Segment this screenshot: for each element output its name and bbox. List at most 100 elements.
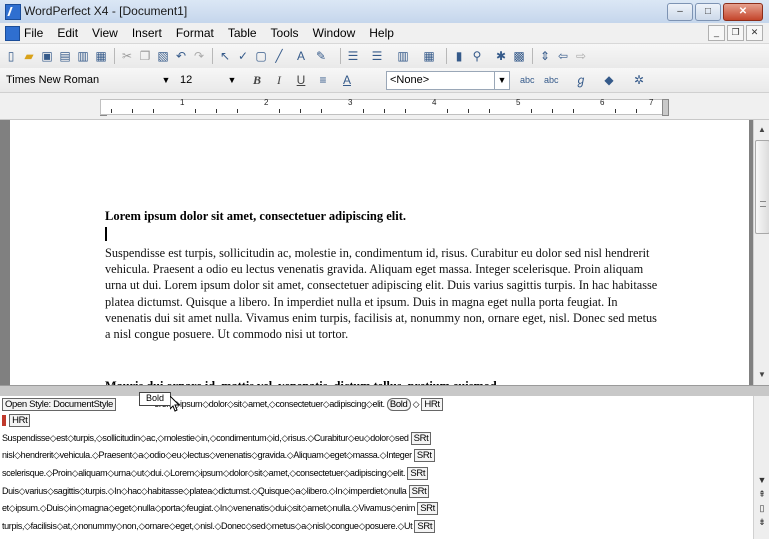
soft-return-code[interactable]: SRt (414, 520, 436, 534)
ruler[interactable]: 1 2 3 4 5 6 7 (100, 98, 668, 115)
soft-return-code[interactable]: SRt (417, 502, 438, 516)
scroll-down-icon[interactable]: ▼ (756, 474, 768, 486)
ruler-tick (405, 109, 406, 113)
undo-icon[interactable]: ↶ (174, 49, 188, 63)
page-icon[interactable]: ▯ (756, 502, 768, 514)
copy-icon[interactable]: ❐ (138, 49, 152, 63)
forward-icon[interactable]: ⇨ (574, 49, 588, 63)
font-size-dropdown[interactable]: 12 ▼ (176, 71, 240, 90)
scroll-down-icon[interactable]: ▼ (756, 369, 768, 381)
ruler-number: 6 (600, 98, 605, 107)
ruler-number: 1 (180, 98, 185, 107)
menu-file[interactable]: File (24, 26, 43, 40)
bold-button[interactable]: B (250, 73, 264, 87)
save-icon[interactable]: ▣ (40, 49, 54, 63)
chart-icon[interactable]: ▮ (452, 49, 466, 63)
close-button[interactable]: ✕ (723, 3, 763, 21)
scrollbar-thumb[interactable] (755, 140, 769, 234)
menu-edit[interactable]: Edit (57, 26, 78, 40)
print-icon[interactable]: ▤ (58, 49, 72, 63)
bold-code[interactable]: Bold (386, 398, 411, 412)
pointer-tool-icon[interactable]: ↖ (218, 49, 232, 63)
superscript-icon[interactable]: abc (520, 73, 535, 87)
ruler-tick (489, 109, 490, 113)
soft-return-code[interactable]: SRt (408, 485, 430, 499)
numbering-icon[interactable]: ☰ (370, 49, 384, 63)
subscript-icon[interactable]: abc (544, 73, 559, 87)
next-page-icon[interactable]: ⇟ (756, 516, 768, 528)
soft-return-code[interactable]: SRt (407, 467, 429, 481)
hard-return-code[interactable]: HRt (421, 398, 443, 412)
draw-shape-icon[interactable]: ▢ (254, 49, 268, 63)
ruler-tick (153, 109, 154, 113)
fill-color-icon[interactable]: ◆ (602, 73, 616, 87)
ruler-tick (573, 109, 574, 113)
menu-window[interactable]: Window (313, 26, 356, 40)
redo-icon[interactable]: ↷ (192, 49, 206, 63)
reveal-codes-scrollbar[interactable]: ▼ ⇞ ▯ ⇟ (753, 396, 769, 539)
ruler-number: 7 (649, 98, 654, 107)
code-text: orem◇ipsum◇dolor◇sit◇amet,◇consectetuer◇… (154, 399, 385, 409)
reveal-codes-pane[interactable]: Open Style: DocumentStyle orem◇ipsum◇dol… (0, 396, 753, 539)
style-dropdown[interactable]: <None> ▼ (386, 71, 510, 90)
menu-format[interactable]: Format (176, 26, 214, 40)
ruler-tick (363, 109, 364, 113)
document-page[interactable]: Lorem ipsum dolor sit amet, consectetuer… (10, 120, 749, 385)
document-icon[interactable] (5, 26, 20, 41)
back-icon[interactable]: ⇦ (556, 49, 570, 63)
open-folder-icon[interactable]: ▰ (22, 49, 36, 63)
line-tool-icon[interactable]: ╱ (272, 49, 286, 63)
soft-return-code[interactable]: SRt (413, 449, 435, 463)
abbreviations-icon[interactable]: ▩ (512, 49, 526, 63)
table-icon[interactable]: ▦ (422, 49, 436, 63)
text-box-icon[interactable]: A (294, 49, 308, 63)
open-style-code[interactable]: Open Style: DocumentStyle (2, 398, 116, 412)
menu-list: File Edit View Insert Format Table Tools… (24, 26, 394, 40)
pen-icon[interactable]: ✎ (314, 49, 328, 63)
reveal-codes-line: Suspendisse◇est◇turpis,◇sollicitudin◇ac,… (2, 431, 432, 446)
minimize-button[interactable]: – (667, 3, 693, 21)
ruler-tick (615, 109, 616, 113)
text-effects-icon[interactable]: ✲ (632, 73, 646, 87)
chevron-down-icon[interactable]: ▼ (225, 72, 239, 89)
code-text: Suspendisse◇est◇turpis,◇sollicitudin◇ac,… (2, 433, 409, 443)
document-scrollbar[interactable]: ▲ ▼ (753, 120, 769, 385)
print-preview-icon[interactable]: ▥ (76, 49, 90, 63)
quickformat-icon[interactable]: ℊ (574, 73, 588, 87)
previous-page-icon[interactable]: ⇞ (756, 488, 768, 500)
font-name-dropdown[interactable]: Times New Roman ▼ (2, 71, 174, 90)
chevron-down-icon[interactable]: ▼ (494, 72, 509, 89)
doc-restore-button[interactable]: ❐ (727, 25, 744, 41)
menu-table[interactable]: Table (228, 26, 257, 40)
justification-icon[interactable]: ≡ (316, 73, 330, 87)
menu-insert[interactable]: Insert (132, 26, 162, 40)
menu-help[interactable]: Help (369, 26, 394, 40)
wordperfect-app-icon[interactable] (5, 4, 21, 20)
chevron-down-icon[interactable]: ▼ (159, 72, 173, 89)
right-margin-marker[interactable] (662, 99, 669, 116)
soft-return-code[interactable]: SRt (410, 432, 432, 446)
ruler-tick (132, 109, 133, 113)
maximize-button[interactable]: □ (695, 3, 721, 21)
publish-pdf-icon[interactable]: ▦ (94, 49, 108, 63)
columns-icon[interactable]: ▥ (396, 49, 410, 63)
font-color-icon[interactable]: A (340, 73, 354, 87)
scroll-up-icon[interactable]: ▲ (756, 124, 768, 136)
highlight-icon[interactable]: ✓ (236, 49, 250, 63)
window-controls: – □ ✕ (667, 3, 763, 21)
bullets-icon[interactable]: ☰ (346, 49, 360, 63)
zoom-icon[interactable]: ⚲ (470, 49, 484, 63)
menu-view[interactable]: View (92, 26, 118, 40)
doc-minimize-button[interactable]: _ (708, 25, 725, 41)
prompt-builder-icon[interactable]: ✱ (494, 49, 508, 63)
paste-icon[interactable]: ▧ (156, 49, 170, 63)
code-tooltip: Bold (139, 392, 171, 406)
hard-return-code[interactable]: HRt (9, 414, 31, 428)
underline-button[interactable]: U (294, 73, 308, 87)
doc-close-button[interactable]: ✕ (746, 25, 763, 41)
new-document-icon[interactable]: ▯ (4, 49, 18, 63)
cut-icon[interactable]: ✂ (120, 49, 134, 63)
scroll-icon[interactable]: ⇕ (538, 49, 552, 63)
italic-button[interactable]: I (272, 73, 286, 87)
menu-tools[interactable]: Tools (271, 26, 299, 40)
